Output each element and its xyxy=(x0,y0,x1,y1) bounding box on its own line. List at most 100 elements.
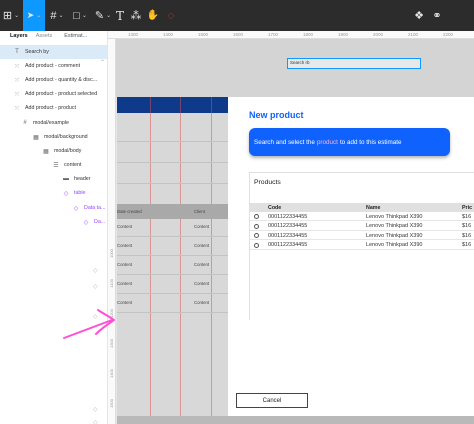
component-icon: ◇ xyxy=(93,420,98,424)
ruler-number: 2100 xyxy=(408,32,419,37)
product-price: $16 xyxy=(462,242,472,248)
toolbar: ⊞ ⌄ ➤ ⌄ # ⌄ □ ⌄ ✎ ⌄ T ⁂ ✋ ◌ ❖ ⚭ xyxy=(0,0,474,31)
search-button-highlight: product xyxy=(316,138,338,146)
layer-type-icon: ⁙ xyxy=(14,63,20,70)
panel-tabs: Layers Assets Estimat... xyxy=(0,31,107,41)
shape-tool-icon[interactable]: □ ⌄ xyxy=(69,0,91,31)
layer-row[interactable]: T Search by xyxy=(0,45,107,59)
frame-tool-icon[interactable]: # ⌄ xyxy=(46,0,68,31)
row-divider xyxy=(117,236,228,237)
ruler-number: 1400 xyxy=(163,32,174,37)
background-cell: Content xyxy=(194,224,210,229)
layer-row[interactable]: # modal/example xyxy=(0,116,107,130)
bottom-scrollbar[interactable] xyxy=(117,416,474,424)
ruler-number: 2200 xyxy=(443,32,454,37)
ruler-number: 1400 xyxy=(109,369,114,378)
comment-tool-icon[interactable]: ◌ xyxy=(164,0,178,31)
layer-type-icon: ◇ xyxy=(63,190,69,197)
layer-label: table xyxy=(74,190,86,196)
search-button-text: Search and select the xyxy=(254,138,315,146)
product-row[interactable]: 0001122334455 Lenovo Thinkpad X390 $16 xyxy=(250,222,474,231)
ruler-number: 1300 xyxy=(128,32,139,37)
background-cell: Content xyxy=(117,262,133,267)
layer-row[interactable]: ◇ table xyxy=(0,186,107,200)
text-tool-icon[interactable]: T xyxy=(113,0,127,31)
product-radio[interactable] xyxy=(254,214,259,219)
background-cell: Content xyxy=(194,281,210,286)
layer-label: Data ta... xyxy=(84,205,106,211)
ruler-number: 1600 xyxy=(233,32,244,37)
move-tool-icon[interactable]: ➤ ⌄ xyxy=(23,0,45,31)
layer-label: content xyxy=(64,162,82,168)
ruler-number: 1000 xyxy=(109,249,114,258)
main-menu-icon[interactable]: ⊞ ⌄ xyxy=(0,0,22,31)
products-table-header: Code Name Pric xyxy=(250,203,474,212)
ruler-number: 1100 xyxy=(109,279,114,288)
layer-type-icon: ☰ xyxy=(53,162,59,169)
row-divider xyxy=(117,183,228,184)
modal: New product Search and select the produc… xyxy=(228,97,474,424)
layer-label: Da... xyxy=(94,219,106,225)
row-divider xyxy=(117,274,228,275)
layer-type-icon: ⁙ xyxy=(14,91,20,98)
scroll-up-icon[interactable]: ⌃ xyxy=(100,59,105,66)
layer-label: Add product - comment xyxy=(25,63,81,69)
layer-row[interactable]: ▦ modal/body xyxy=(0,144,107,158)
layer-type-icon: ◇ xyxy=(73,205,79,212)
row-divider xyxy=(117,162,228,163)
column-code: Code xyxy=(268,204,282,211)
column-guide xyxy=(211,97,212,424)
search-product-button[interactable]: Search and select the product to add to … xyxy=(249,128,450,156)
row-divider xyxy=(117,312,228,313)
product-row[interactable]: 0001122334455 Lenovo Thinkpad X390 $16 xyxy=(250,231,474,240)
ruler-number: 1700 xyxy=(268,32,279,37)
product-code: 0001122334455 xyxy=(268,223,308,229)
product-price: $16 xyxy=(462,223,472,229)
product-row[interactable]: 0001122334455 Lenovo Thinkpad X390 $16 xyxy=(250,241,474,250)
background-cell: Content xyxy=(194,262,210,267)
tab-assets[interactable]: Assets xyxy=(36,33,53,39)
pen-tool-icon[interactable]: ✎ ⌄ xyxy=(92,0,114,31)
layer-label: Add product - product xyxy=(25,105,76,111)
hand-tool-icon[interactable]: ✋ xyxy=(146,0,160,31)
product-row[interactable]: 0001122334455 Lenovo Thinkpad X390 $16 xyxy=(250,212,474,221)
background-cell: Content xyxy=(194,300,210,305)
layer-row[interactable]: ☰ content xyxy=(0,158,107,172)
layer-row[interactable]: ▦ modal/background xyxy=(0,130,107,144)
product-price: $16 xyxy=(462,232,472,239)
product-radio[interactable] xyxy=(254,242,259,248)
search-rb-text-layer[interactable]: Search rb xyxy=(287,58,421,69)
ruler-number: 1900 xyxy=(338,32,349,37)
component-icon: ◇ xyxy=(93,407,98,413)
layer-row[interactable]: ◇ Da... xyxy=(0,215,107,229)
product-radio[interactable] xyxy=(254,233,259,238)
layer-row[interactable]: ⁙ Add product - product xyxy=(0,101,107,115)
layer-label: modal/background xyxy=(44,134,88,140)
column-guide xyxy=(150,97,151,424)
component-icon: ◇ xyxy=(93,268,98,274)
ruler-number: 2000 xyxy=(373,32,384,37)
layer-row[interactable]: ⁙ Add product - comment xyxy=(0,59,107,73)
layer-type-icon: ▦ xyxy=(33,134,39,141)
modal-title: New product xyxy=(249,110,304,120)
product-name: Lenovo Thinkpad X390 xyxy=(366,232,423,239)
product-radio[interactable] xyxy=(254,223,259,229)
layer-type-icon: # xyxy=(23,120,27,126)
ruler-number: 1500 xyxy=(109,399,114,408)
row-divider xyxy=(117,293,228,294)
column-name: Name xyxy=(366,204,381,211)
components-icon[interactable]: ❖ xyxy=(412,0,426,31)
link-icon[interactable]: ⚭ xyxy=(430,0,444,31)
layer-row[interactable]: ⁙ Add product - product selected xyxy=(0,87,107,101)
canvas[interactable]: 1300 1400 1500 1600 1700 1800 1900 2000 2100 2200… xyxy=(108,31,474,424)
page-selector[interactable]: Estimat... xyxy=(64,33,87,39)
cancel-button[interactable]: Cancel xyxy=(236,393,308,408)
layer-row[interactable]: ▬ header xyxy=(0,172,107,186)
layer-row[interactable]: ◇ Data ta... xyxy=(0,201,107,215)
layer-type-icon: ◇ xyxy=(83,219,89,226)
layer-label: Search by xyxy=(25,49,49,55)
ruler-horizontal: 1300 1400 1500 1600 1700 1800 1900 2000 2100 2200 xyxy=(108,31,474,39)
tab-layers[interactable]: Layers xyxy=(10,33,28,39)
layer-row[interactable]: ⁙ Add product - quantity & disc... xyxy=(0,73,107,87)
resources-icon[interactable]: ⁂ xyxy=(129,0,143,31)
